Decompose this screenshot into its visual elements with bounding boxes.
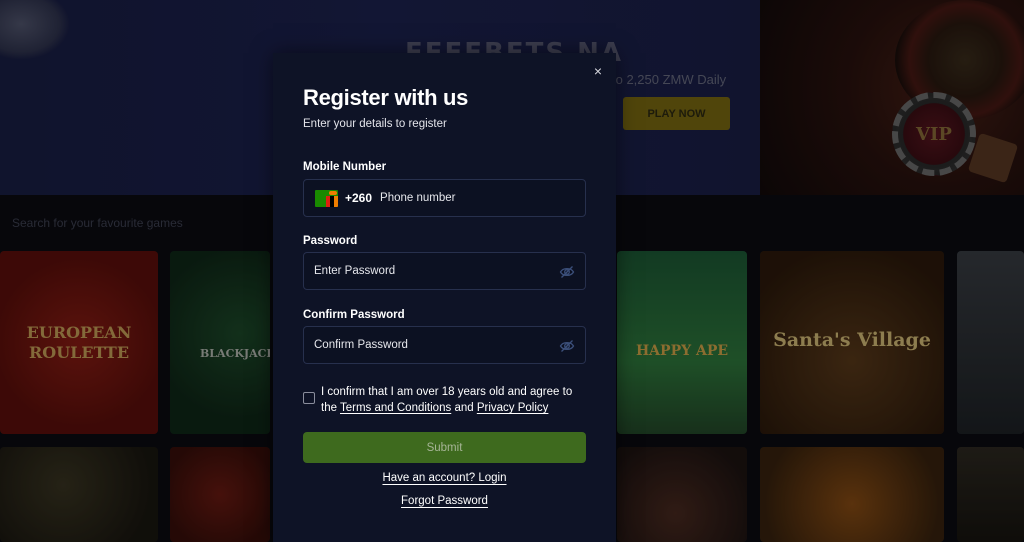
eye-off-icon[interactable]	[559, 338, 575, 354]
eye-off-icon[interactable]	[559, 264, 575, 280]
zambia-flag-icon	[315, 189, 338, 207]
modal-subtitle: Enter your details to register	[303, 118, 447, 130]
login-link[interactable]: Have an account? Login	[382, 472, 506, 484]
password-field[interactable]	[303, 252, 586, 290]
privacy-policy-link[interactable]: Privacy Policy	[477, 402, 549, 414]
consent-and: and	[454, 402, 474, 414]
age-consent-checkbox[interactable]	[303, 392, 315, 404]
mobile-number-field[interactable]: +260	[303, 179, 586, 217]
confirm-password-field[interactable]	[303, 326, 586, 364]
password-label: Password	[303, 235, 358, 247]
country-dial-code[interactable]: +260	[345, 191, 372, 205]
terms-link[interactable]: Terms and Conditions	[340, 402, 451, 414]
submit-button[interactable]: Submit	[303, 432, 586, 463]
close-icon[interactable]: ×	[590, 63, 606, 79]
register-modal: × Register with us Enter your details to…	[273, 53, 616, 542]
password-input[interactable]	[314, 253, 544, 289]
modal-title: Register with us	[303, 85, 469, 110]
confirm-password-label: Confirm Password	[303, 309, 405, 321]
confirm-password-input[interactable]	[314, 327, 544, 363]
forgot-password-link[interactable]: Forgot Password	[401, 495, 488, 507]
phone-number-input[interactable]	[380, 180, 571, 216]
login-link-row: Have an account? Login	[273, 472, 616, 484]
mobile-number-label: Mobile Number	[303, 161, 387, 173]
forgot-password-row: Forgot Password	[273, 495, 616, 507]
age-consent-text: I confirm that I am over 18 years old an…	[321, 384, 583, 416]
